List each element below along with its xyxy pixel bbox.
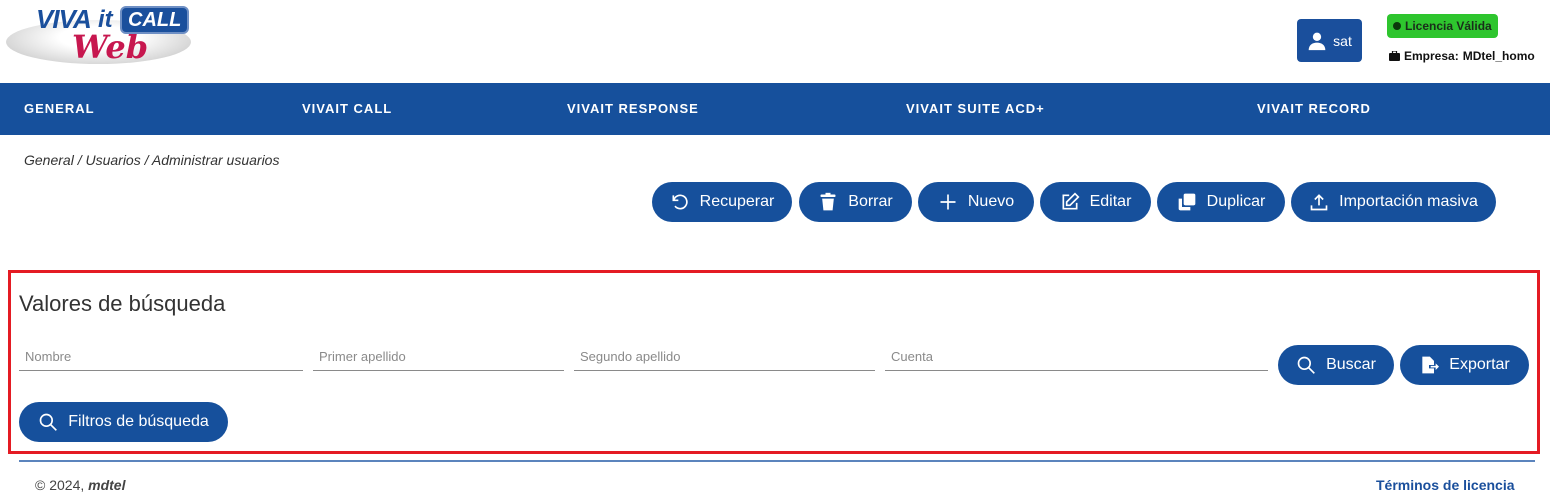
app-logo[interactable]: VIVA it CALL Web [4, 2, 194, 68]
nav-item-vivait-record[interactable]: VIVAIT RECORD [1257, 83, 1371, 135]
edit-button[interactable]: Editar [1040, 182, 1151, 222]
export-button-label: Exportar [1449, 356, 1510, 373]
footer-divider [19, 460, 1535, 462]
account-field [885, 343, 1268, 371]
nav-item-vivait-suite-acd[interactable]: VIVAIT SUITE ACD+ [906, 83, 1045, 135]
search-filters-label: Filtros de búsqueda [68, 413, 209, 430]
edit-icon [1062, 192, 1080, 210]
license-label: Licencia Válida [1405, 19, 1492, 33]
user-name: sat [1333, 32, 1352, 49]
recover-button[interactable]: Recuperar [652, 182, 792, 222]
trash-icon [820, 192, 836, 211]
name-input[interactable] [19, 343, 303, 370]
company-info: Empresa: MDtel_homo [1389, 49, 1535, 63]
main-nav: GENERAL VIVAIT CALL VIVAIT RESPONSE VIVA… [0, 83, 1550, 135]
copyright-brand: mdtel [88, 477, 126, 493]
user-menu-button[interactable]: sat [1297, 19, 1362, 62]
bulk-import-button[interactable]: Importación masiva [1291, 182, 1496, 222]
search-panel-title: Valores de búsqueda [19, 291, 226, 316]
license-status-badge: Licencia Válida [1387, 14, 1498, 38]
first-surname-input[interactable] [313, 343, 564, 370]
search-icon [1297, 356, 1316, 374]
breadcrumb: General / Usuarios / Administrar usuario… [24, 152, 280, 168]
copyright: © 2024, mdtel [35, 477, 125, 493]
header: VIVA it CALL Web sat Licencia Válida Emp… [0, 0, 1550, 83]
plus-icon [940, 194, 956, 210]
new-label: Nuevo [967, 193, 1015, 210]
surname1-field [313, 343, 564, 371]
recover-label: Recuperar [699, 193, 775, 210]
bulk-import-label: Importación masiva [1339, 193, 1478, 210]
surname2-field [574, 343, 875, 371]
upload-icon [1310, 194, 1328, 211]
search-button[interactable]: Buscar [1278, 345, 1394, 385]
nav-item-general[interactable]: GENERAL [24, 83, 95, 135]
new-button[interactable]: Nuevo [918, 182, 1034, 222]
nav-item-vivait-response[interactable]: VIVAIT RESPONSE [567, 83, 699, 135]
name-field [19, 343, 303, 371]
nav-item-vivait-call[interactable]: VIVAIT CALL [302, 83, 392, 135]
user-icon [1308, 32, 1326, 50]
briefcase-icon [1389, 51, 1400, 61]
search-button-label: Buscar [1326, 356, 1376, 373]
delete-label: Borrar [848, 193, 893, 210]
copy-icon [1178, 193, 1195, 211]
license-terms-link[interactable]: Términos de licencia [1376, 477, 1515, 493]
status-dot-icon [1393, 22, 1401, 30]
export-file-icon [1422, 356, 1440, 374]
copyright-prefix: © 2024, [35, 477, 89, 493]
search-filters-button[interactable]: Filtros de búsqueda [19, 402, 228, 442]
search-icon [39, 413, 58, 431]
account-input[interactable] [885, 343, 1268, 370]
logo-web-text: Web [72, 28, 149, 66]
undo-icon [672, 194, 688, 210]
delete-button[interactable]: Borrar [799, 182, 912, 222]
company-value: MDtel_homo [1462, 49, 1535, 63]
duplicate-label: Duplicar [1206, 193, 1266, 210]
company-label: Empresa: [1404, 49, 1459, 63]
duplicate-button[interactable]: Duplicar [1157, 182, 1285, 222]
export-button[interactable]: Exportar [1400, 345, 1529, 385]
edit-label: Editar [1089, 193, 1132, 210]
second-surname-input[interactable] [574, 343, 875, 370]
